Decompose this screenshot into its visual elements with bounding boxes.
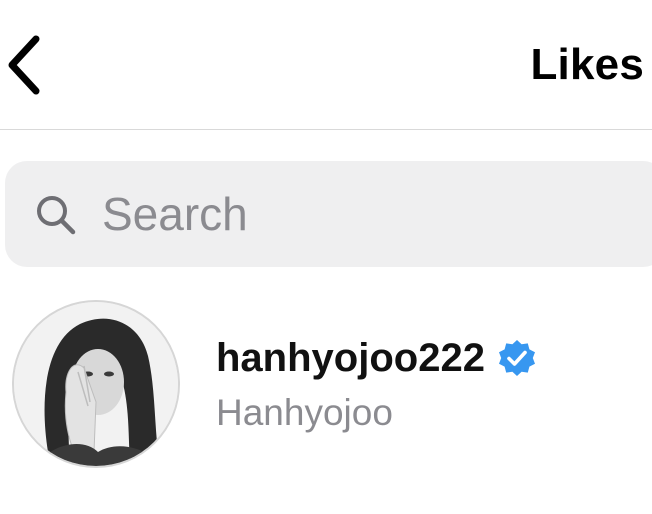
search-input[interactable] — [102, 179, 602, 249]
search-bar[interactable] — [5, 161, 652, 267]
page-title: Likes — [530, 40, 644, 89]
username-line: hanhyojoo222 — [216, 332, 539, 384]
avatar[interactable] — [12, 300, 180, 468]
header-divider — [0, 129, 652, 130]
chevron-left-icon — [8, 35, 40, 95]
list-item[interactable]: hanhyojoo222 Hanhyojoo — [0, 292, 652, 482]
header: Likes — [0, 0, 652, 130]
likes-screen: Likes Search hanhyojoo222 Hanhyojoo — [0, 0, 652, 514]
avatar-photo — [14, 302, 178, 466]
back-button[interactable] — [0, 30, 48, 100]
full-name: Hanhyojoo — [216, 392, 393, 433]
verified-badge-icon — [498, 340, 535, 376]
username[interactable]: hanhyojoo222 — [216, 333, 485, 383]
search-icon — [37, 196, 76, 235]
